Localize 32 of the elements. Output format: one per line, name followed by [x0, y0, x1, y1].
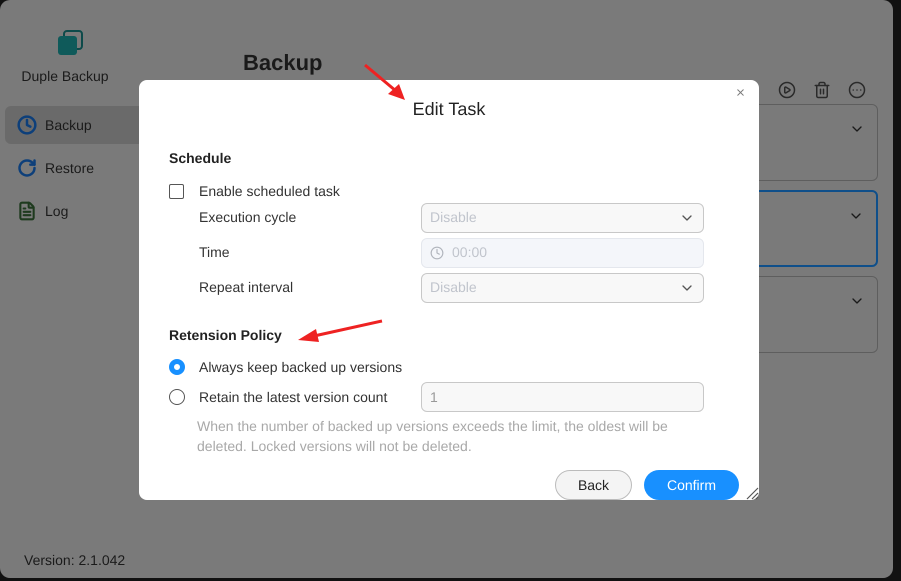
radio-button[interactable]: [169, 389, 185, 405]
annotation-arrow: [362, 62, 408, 102]
hint-text: When the number of backed up versions exceeds the limit, the oldest will be deleted. Locked versions will not be deleted.: [197, 417, 669, 456]
field-label: Execution cycle: [199, 208, 298, 227]
close-icon[interactable]: [735, 87, 746, 98]
sidebar-item[interactable]: Restore: [5, 149, 140, 187]
app-logo-icon: [57, 30, 83, 56]
page-title: Backup: [243, 49, 324, 77]
document-icon: [17, 201, 37, 221]
checkbox-label: Enable scheduled task: [199, 182, 340, 200]
back-button[interactable]: Back: [555, 470, 632, 500]
confirm-button[interactable]: Confirm: [644, 470, 739, 500]
field-label: Time: [199, 243, 231, 262]
sidebar-item[interactable]: Backup: [5, 106, 140, 144]
clock-icon: [430, 246, 444, 260]
radio-label: Retain the latest version count: [199, 388, 388, 406]
trash-icon[interactable]: [813, 81, 831, 99]
resize-grip-icon: [745, 486, 759, 500]
checkbox[interactable]: [169, 184, 184, 198]
version-text: Version: 2.1.042: [23, 551, 126, 570]
play-icon[interactable]: [778, 81, 796, 99]
app-name: Duple Backup: [21, 67, 109, 86]
dialog-title: Edit Task: [412, 98, 486, 120]
refresh-icon: [17, 158, 37, 178]
field-label: Repeat interval: [199, 278, 294, 297]
radio-button[interactable]: [169, 359, 185, 375]
sidebar-item[interactable]: Log: [5, 192, 140, 230]
clock-icon: [17, 115, 37, 135]
radio-label: Always keep backed up versions: [199, 358, 404, 377]
more-icon[interactable]: [848, 81, 866, 99]
section-heading: Schedule: [169, 149, 232, 168]
section-heading: Retension Policy: [169, 326, 282, 345]
